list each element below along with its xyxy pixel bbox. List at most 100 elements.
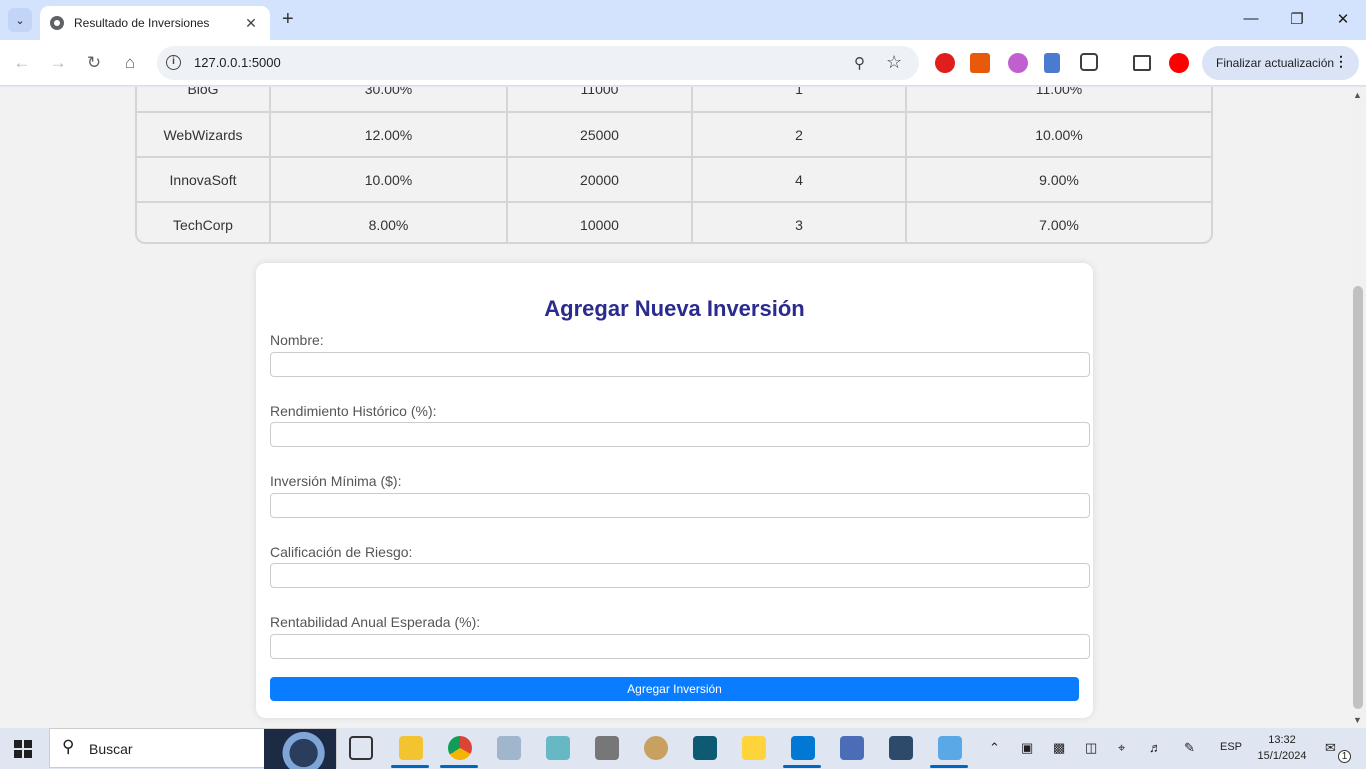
notes-app-icon[interactable] bbox=[546, 736, 570, 760]
profile-avatar[interactable] bbox=[1169, 53, 1189, 73]
browser-menu-icon[interactable]: ⋮ bbox=[1334, 53, 1348, 70]
add-investment-button[interactable]: Agregar Inversión bbox=[270, 677, 1079, 701]
min-investment-label: Inversión Mínima ($): bbox=[270, 473, 402, 489]
page-scrollbar[interactable]: ▲ ▼ bbox=[1350, 87, 1366, 728]
notification-count-badge: 1 bbox=[1338, 750, 1351, 763]
adblock-extension-icon[interactable] bbox=[935, 53, 955, 73]
bookmark-star-icon[interactable]: ☆ bbox=[886, 52, 902, 73]
table-cell: 9.00% bbox=[905, 156, 1211, 203]
gems-app-icon[interactable] bbox=[938, 736, 962, 760]
table-cell: 8.00% bbox=[269, 201, 508, 242]
home-icon[interactable]: ⌂ bbox=[119, 52, 141, 74]
task-view-icon[interactable] bbox=[349, 736, 373, 760]
tab-search-dropdown-icon[interactable]: ⌄ bbox=[8, 8, 32, 32]
risk-rating-label: Calificación de Riesgo: bbox=[270, 544, 413, 560]
scrollbar-thumb[interactable] bbox=[1353, 286, 1363, 709]
chrome-icon[interactable] bbox=[448, 736, 472, 760]
virtualbox-icon[interactable] bbox=[840, 736, 864, 760]
form-title: Agregar Nueva Inversión bbox=[544, 296, 805, 321]
table-cell: 1 bbox=[691, 87, 907, 113]
table-cell: 10.00% bbox=[269, 156, 508, 203]
resource-monitor-icon[interactable] bbox=[497, 736, 521, 760]
add-investment-form: Agregar Nueva Inversión Nombre: Rendimie… bbox=[256, 263, 1093, 718]
table-cell: InnovaSoft bbox=[137, 156, 271, 203]
megaphone-extension-icon[interactable] bbox=[970, 53, 990, 73]
reload-icon[interactable]: ↻ bbox=[83, 52, 105, 74]
wifi-icon[interactable]: ⌖ bbox=[1118, 740, 1125, 756]
app-icon[interactable] bbox=[693, 736, 717, 760]
table-row: WebWizards 12.00% 25000 2 10.00% bbox=[137, 111, 1211, 158]
forward-icon[interactable]: → bbox=[47, 52, 69, 74]
clipboard-extension-icon[interactable] bbox=[1044, 53, 1060, 73]
side-panel-icon[interactable] bbox=[1133, 55, 1151, 71]
scroll-down-icon[interactable]: ▼ bbox=[1353, 715, 1362, 725]
tab-strip: ⌄ Resultado de Inversiones ✕ + — ❐ ✕ bbox=[0, 0, 1366, 40]
zoom-icon[interactable]: ⚲ bbox=[854, 54, 865, 72]
table-cell: 11000 bbox=[506, 87, 693, 113]
table-cell: 10.00% bbox=[905, 111, 1211, 158]
search-highlight-image bbox=[264, 729, 336, 769]
historical-return-label: Rendimiento Histórico (%): bbox=[270, 403, 437, 419]
site-info-icon[interactable]: i bbox=[166, 55, 181, 70]
search-icon: ⚲ bbox=[62, 737, 75, 756]
calculator-icon[interactable] bbox=[595, 736, 619, 760]
taskbar-search[interactable]: ⚲ Buscar bbox=[49, 728, 337, 769]
windows-start-icon[interactable] bbox=[14, 740, 32, 758]
show-hidden-icons-icon[interactable]: ⌃ bbox=[989, 740, 1000, 756]
restore-icon[interactable]: ❐ bbox=[1287, 10, 1307, 28]
input-language[interactable]: ESP bbox=[1220, 741, 1242, 753]
globe-icon bbox=[50, 16, 64, 30]
expected-return-input[interactable] bbox=[270, 634, 1090, 659]
table-cell: 20000 bbox=[506, 156, 693, 203]
tab-close-icon[interactable]: ✕ bbox=[242, 15, 260, 32]
minimize-icon[interactable]: — bbox=[1241, 10, 1261, 27]
table-cell: 11.00% bbox=[905, 87, 1211, 113]
table-cell: 30.00% bbox=[269, 87, 508, 113]
clock-date: 15/1/2024 bbox=[1257, 750, 1307, 762]
browser-tab[interactable]: Resultado de Inversiones ✕ bbox=[40, 6, 270, 40]
taskbar: ⚲ Buscar ⌃ ▣ ▩ ◫ ⌖ ♬ ✎ ESP 13:32 15/1/20… bbox=[0, 728, 1366, 769]
address-bar[interactable]: i 127.0.0.1:5000 ⚲ ☆ bbox=[157, 46, 919, 80]
new-tab-icon[interactable]: + bbox=[282, 9, 294, 29]
table-cell: 2 bbox=[691, 111, 907, 158]
name-input[interactable] bbox=[270, 352, 1090, 377]
table-row: TechCorp 8.00% 10000 3 7.00% bbox=[137, 201, 1211, 242]
table-cell: 25000 bbox=[506, 111, 693, 158]
table-row: BioG 30.00% 11000 1 11.00% bbox=[137, 87, 1211, 113]
window-close-icon[interactable]: ✕ bbox=[1333, 10, 1353, 28]
table-cell: WebWizards bbox=[137, 111, 271, 158]
table-cell: 4 bbox=[691, 156, 907, 203]
expected-return-label: Rentabilidad Anual Esperada (%): bbox=[270, 614, 481, 630]
historical-return-input[interactable] bbox=[270, 422, 1090, 447]
vscode-icon[interactable] bbox=[791, 736, 815, 760]
pen-icon[interactable]: ✎ bbox=[1184, 740, 1195, 756]
battery-icon[interactable]: ◫ bbox=[1085, 740, 1097, 756]
investments-table: BioG 30.00% 11000 1 11.00% WebWizards 12… bbox=[135, 87, 1213, 244]
taskbar-clock[interactable]: 13:32 15/1/2024 bbox=[1256, 732, 1308, 764]
min-investment-input[interactable] bbox=[270, 493, 1090, 518]
table-cell: 12.00% bbox=[269, 111, 508, 158]
risk-rating-input[interactable] bbox=[270, 563, 1090, 588]
clock-time: 13:32 bbox=[1268, 734, 1296, 746]
table-row: InnovaSoft 10.00% 20000 4 9.00% bbox=[137, 156, 1211, 203]
scroll-up-icon[interactable]: ▲ bbox=[1353, 90, 1362, 100]
page-viewport: BioG 30.00% 11000 1 11.00% WebWizards 12… bbox=[0, 87, 1366, 728]
python-icon[interactable] bbox=[742, 736, 766, 760]
finish-update-button[interactable]: Finalizar actualización ⋮ bbox=[1202, 46, 1359, 80]
camera-icon[interactable]: ▣ bbox=[1021, 740, 1033, 756]
back-icon[interactable]: ← bbox=[11, 52, 33, 74]
file-explorer-icon[interactable] bbox=[399, 736, 423, 760]
volume-icon[interactable]: ♬ bbox=[1149, 740, 1162, 755]
mysql-workbench-icon[interactable] bbox=[889, 736, 913, 760]
paint-icon[interactable] bbox=[644, 736, 668, 760]
table-cell: 3 bbox=[691, 201, 907, 242]
tab-title: Resultado de Inversiones bbox=[74, 16, 210, 30]
name-label: Nombre: bbox=[270, 332, 324, 348]
extensions-puzzle-icon[interactable] bbox=[1080, 53, 1098, 71]
screen-share-icon[interactable]: ▩ bbox=[1053, 740, 1065, 756]
notification-center-icon[interactable]: ✉ bbox=[1325, 740, 1336, 756]
table-cell: BioG bbox=[137, 87, 271, 113]
table-cell: 10000 bbox=[506, 201, 693, 242]
url-text[interactable]: 127.0.0.1:5000 bbox=[194, 55, 281, 70]
extension-icon[interactable] bbox=[1008, 53, 1028, 73]
